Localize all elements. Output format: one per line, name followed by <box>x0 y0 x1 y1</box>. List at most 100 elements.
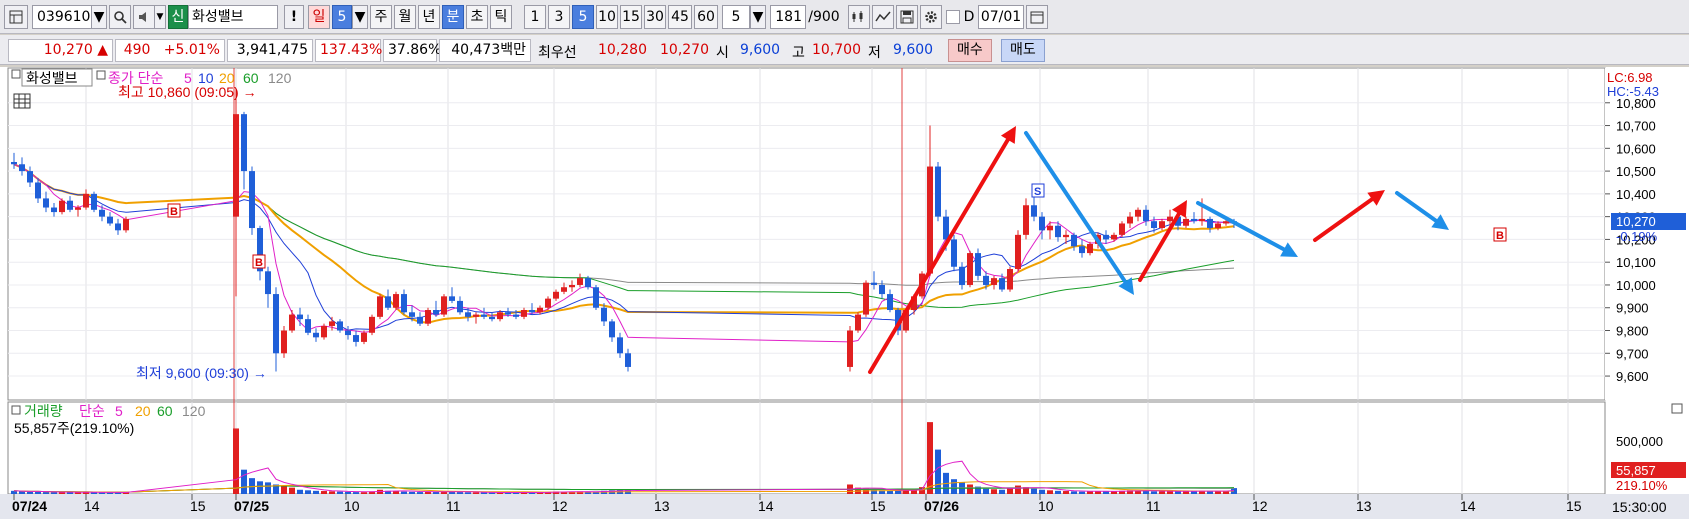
candle-body <box>353 335 359 342</box>
menu-icon[interactable] <box>4 5 28 29</box>
candle-body <box>11 161 17 165</box>
chart-area[interactable]: BBSB 10,80010,70010,60010,50010,40010,30… <box>0 67 1689 519</box>
period-tick-button[interactable]: 틱 <box>490 5 512 29</box>
volume-bar <box>43 492 49 494</box>
candle-body <box>27 171 33 183</box>
stock-name-text: 화성밸브 <box>192 9 244 25</box>
volume-bar <box>281 485 287 494</box>
current-volume-pct-text: 219.10% <box>1616 478 1668 493</box>
gear-icon[interactable] <box>920 5 942 29</box>
candle-body <box>321 325 327 338</box>
time-axis-label: 11 <box>446 498 461 514</box>
minute-5-text: 5 <box>578 9 588 25</box>
code-dropdown-chevron-icon[interactable]: ▼ <box>91 5 107 29</box>
volume-legend-ma20: 20 <box>135 403 151 419</box>
candle-body <box>43 198 49 208</box>
candle-body <box>67 200 73 210</box>
stock-name-field[interactable]: 화성밸브 <box>188 5 278 29</box>
candle-body <box>281 330 287 354</box>
line-chart-icon[interactable] <box>872 5 894 29</box>
period-day-button[interactable]: 일 <box>308 5 330 29</box>
date-input[interactable]: 07/01 <box>978 5 1024 29</box>
candle-body <box>473 314 479 317</box>
time-axis-label: 14 <box>84 498 100 514</box>
buy-button[interactable]: 매수 <box>948 39 992 62</box>
volume-bar <box>999 489 1005 494</box>
d-checkbox[interactable] <box>946 10 960 24</box>
amount-field: 40,473백만 <box>439 39 531 62</box>
time-axis-label: 12 <box>552 498 568 514</box>
candle-body <box>1223 221 1229 224</box>
interval-select-text: 5 <box>731 9 741 25</box>
price-axis-label: 10,100 <box>1616 255 1656 270</box>
candle-body <box>75 207 81 210</box>
minute-30-button[interactable]: 30 <box>644 5 666 29</box>
amount-value: 40,473백만 <box>451 42 526 58</box>
alert-text: ! <box>290 9 298 25</box>
price-axis-label: 10,400 <box>1616 187 1656 202</box>
volume-bar <box>265 482 271 494</box>
minute-10-button[interactable]: 10 <box>596 5 618 29</box>
candle-body <box>457 300 463 313</box>
candle-body <box>385 296 391 308</box>
candle-body <box>1111 234 1117 240</box>
minute-45-text: 45 <box>671 9 689 25</box>
code-input[interactable]: 039610 <box>32 5 92 29</box>
minute-60-button[interactable]: 60 <box>694 5 718 29</box>
period-second-button[interactable]: 초 <box>466 5 488 29</box>
candle-body <box>241 114 247 172</box>
price-axis-label: 9,600 <box>1616 369 1649 384</box>
period-month-button[interactable]: 월 <box>394 5 416 29</box>
candle-body <box>369 316 375 333</box>
volume-ratio-field: 137.43% <box>315 39 382 62</box>
candle-body <box>481 314 487 317</box>
candle-body <box>51 207 57 213</box>
candle-body <box>521 310 527 317</box>
minute-5-button[interactable]: 5 <box>572 5 594 29</box>
search-icon[interactable] <box>109 5 131 29</box>
speaker-dropdown-chevron-icon[interactable]: ▼ <box>154 5 166 29</box>
count-input[interactable]: 181 <box>770 5 806 29</box>
calendar-icon[interactable] <box>1026 5 1048 29</box>
time-axis-label: 13 <box>654 498 670 514</box>
pane-collapse-icon[interactable] <box>1671 403 1683 414</box>
alert-button[interactable]: ! <box>284 5 304 29</box>
candle-body <box>1023 205 1029 235</box>
save-icon[interactable] <box>896 5 918 29</box>
table-icon[interactable] <box>13 93 31 109</box>
period-week-button[interactable]: 주 <box>370 5 392 29</box>
period-minute-button[interactable]: 분 <box>442 5 464 29</box>
change-pct: +5.01% <box>163 42 220 58</box>
indicator-icon[interactable] <box>848 5 870 29</box>
candle-body <box>273 294 279 354</box>
interval-select[interactable]: 5 <box>722 5 750 29</box>
interval-dropdown-chevron-icon[interactable]: ▼ <box>750 5 766 29</box>
volume-bar <box>337 491 343 494</box>
minute-45-button[interactable]: 45 <box>668 5 692 29</box>
chart-svg[interactable]: BBSB 10,80010,70010,60010,50010,40010,30… <box>0 67 1689 519</box>
change-field: 490 +5.01% <box>115 39 225 62</box>
date-text: 07/01 <box>980 9 1022 25</box>
candle-body <box>871 282 877 285</box>
new-badge: 신 <box>168 5 188 29</box>
candle-body <box>83 193 89 208</box>
count-total: /900 <box>806 5 842 29</box>
candle-body <box>601 307 607 322</box>
minute-1-button[interactable]: 1 <box>524 5 546 29</box>
period-year-button[interactable]: 년 <box>418 5 440 29</box>
badge-text: 신 <box>171 9 185 25</box>
volume-bar <box>321 491 327 494</box>
minute-3-button[interactable]: 3 <box>548 5 570 29</box>
stock-chart-window: 039610 ▼ ▼ 신 화성밸브 ! 일 5 ▼ 주 월 년 분 초 틱 1 … <box>0 0 1689 519</box>
period-dropdown-chevron-icon[interactable]: ▼ <box>352 5 368 29</box>
volume-bar <box>361 492 367 494</box>
candle-body <box>91 193 97 210</box>
bid-price: 10,270 <box>660 42 709 58</box>
period-day-count[interactable]: 5 <box>332 5 352 29</box>
sell-button[interactable]: 매도 <box>1001 39 1045 62</box>
volume-bar <box>919 487 925 494</box>
price-axis-label: 9,700 <box>1616 346 1649 361</box>
minute-15-button[interactable]: 15 <box>620 5 642 29</box>
speaker-icon[interactable] <box>133 5 155 29</box>
candle-body <box>409 312 415 317</box>
